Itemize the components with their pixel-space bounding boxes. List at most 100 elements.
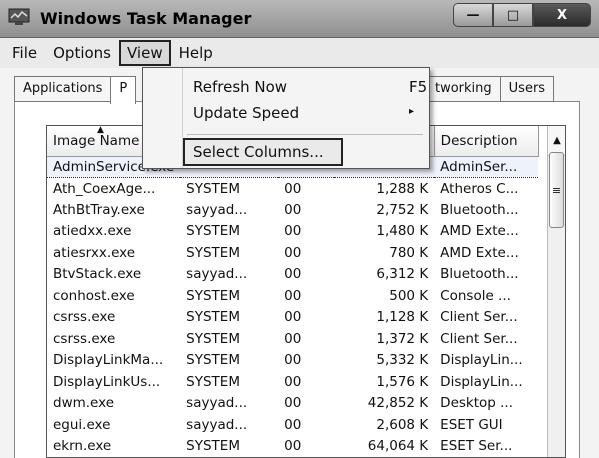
- minimize-button[interactable]: —: [453, 3, 493, 27]
- cell-cpu: 00: [284, 330, 302, 347]
- table-row[interactable]: DisplayLinkUs... SYSTEM 00 1,576 K DisplayLi…: [47, 371, 538, 393]
- cell-memory: 2,608 K: [376, 416, 429, 433]
- cell-description: AMD Exte...: [440, 244, 519, 261]
- maximize-button[interactable]: □: [493, 3, 533, 27]
- title-bar: Windows Task Manager — □ X: [0, 0, 599, 38]
- cell-cpu: 00: [284, 352, 302, 369]
- cell-image-name: Ath_CoexAge...: [53, 180, 156, 197]
- cell-user: SYSTEM: [186, 373, 240, 390]
- menu-file[interactable]: File: [4, 40, 45, 66]
- menu-item-refresh-now[interactable]: Refresh Now F5: [143, 74, 429, 100]
- menu-options[interactable]: Options: [45, 40, 119, 66]
- cell-memory: 1,128 K: [376, 309, 429, 326]
- cell-description: Client Ser...: [440, 309, 518, 326]
- cell-description: Bluetooth...: [440, 266, 519, 283]
- column-header-description[interactable]: Description: [434, 126, 539, 157]
- menu-view[interactable]: View: [119, 40, 171, 66]
- cell-user: SYSTEM: [186, 330, 240, 347]
- cell-image-name: atiesrxx.exe: [53, 244, 136, 261]
- tab-users[interactable]: Users: [499, 76, 555, 102]
- table-row[interactable]: atiesrxx.exe SYSTEM 00 780 K AMD Exte...: [47, 242, 538, 264]
- scroll-thumb[interactable]: ≡: [549, 152, 564, 228]
- cell-cpu: 00: [284, 266, 302, 283]
- cell-image-name: AthBtTray.exe: [53, 201, 145, 218]
- vertical-scrollbar[interactable]: ▲ ≡: [547, 126, 565, 457]
- table-row[interactable]: Ath_CoexAge... SYSTEM 00 1,288 K Atheros C..…: [47, 178, 538, 200]
- cell-image-name: csrss.exe: [53, 309, 116, 326]
- cell-memory: 1,576 K: [376, 373, 429, 390]
- cell-memory: 5,332 K: [376, 352, 429, 369]
- cell-user: SYSTEM: [186, 244, 240, 261]
- tab-networking[interactable]: tworking: [426, 76, 501, 102]
- tab-strip-right: tworking Users: [426, 76, 555, 102]
- cell-user: sayyad...: [186, 416, 248, 433]
- table-row[interactable]: BtvStack.exe sayyad... 00 6,312 K Bluetooth.…: [47, 264, 538, 286]
- cell-memory: 1,288 K: [376, 180, 429, 197]
- cell-description: Atheros C...: [440, 180, 519, 197]
- cell-memory: 1,372 K: [376, 330, 429, 347]
- submenu-arrow-icon: ▸: [409, 106, 415, 117]
- cell-image-name: atiedxx.exe: [53, 223, 132, 240]
- table-row[interactable]: ekrn.exe SYSTEM 00 64,064 K ESET Ser...: [47, 436, 538, 458]
- menu-bar: File Options View Help: [0, 38, 599, 68]
- close-button[interactable]: X: [533, 3, 591, 27]
- view-menu-dropdown: Refresh Now F5 Update Speed ▸ Select Col…: [142, 67, 430, 169]
- process-table: ▲ Image Name Description AdminService.ex…: [46, 125, 566, 458]
- task-manager-icon: [8, 8, 30, 25]
- cell-cpu: 00: [284, 223, 302, 240]
- table-row[interactable]: AthBtTray.exe sayyad... 00 2,752 K Bluetooth…: [47, 199, 538, 221]
- cell-user: SYSTEM: [186, 309, 240, 326]
- cell-image-name: ekrn.exe: [53, 438, 112, 455]
- sort-ascending-icon: ▲: [97, 125, 104, 135]
- cell-description: DisplayLin...: [440, 373, 523, 390]
- menu-item-select-columns[interactable]: Select Columns...: [183, 138, 343, 166]
- menu-item-update-speed[interactable]: Update Speed ▸: [143, 100, 429, 126]
- cell-cpu: 00: [284, 244, 302, 261]
- cell-image-name: csrss.exe: [53, 330, 116, 347]
- table-row[interactable]: dwm.exe sayyad... 00 42,852 K Desktop ...: [47, 393, 538, 415]
- cell-image-name: DisplayLinkMa...: [53, 352, 164, 369]
- cell-user: SYSTEM: [186, 223, 240, 240]
- cell-memory: 6,312 K: [376, 266, 429, 283]
- table-row[interactable]: csrss.exe SYSTEM 00 1,128 K Client Ser...: [47, 307, 538, 329]
- cell-cpu: 00: [284, 438, 302, 455]
- cell-cpu: 00: [284, 373, 302, 390]
- cell-description: ESET GUI: [440, 416, 503, 433]
- cell-user: SYSTEM: [186, 180, 240, 197]
- window-title: Windows Task Manager: [40, 9, 252, 28]
- cell-cpu: 00: [284, 180, 302, 197]
- cell-description: ESET Ser...: [440, 438, 513, 455]
- cell-user: sayyad...: [186, 201, 248, 218]
- cell-user: sayyad...: [186, 395, 248, 412]
- cell-user: sayyad...: [186, 266, 248, 283]
- cell-cpu: 00: [284, 416, 302, 433]
- cell-cpu: 00: [284, 395, 302, 412]
- cell-user: SYSTEM: [186, 352, 240, 369]
- cell-description: AMD Exte...: [440, 223, 519, 240]
- cell-memory: 42,852 K: [367, 395, 429, 412]
- menu-separator: [187, 134, 423, 135]
- tab-applications[interactable]: Applications: [14, 76, 112, 102]
- table-row[interactable]: csrss.exe SYSTEM 00 1,372 K Client Ser...: [47, 328, 538, 350]
- cell-description: Console ...: [440, 287, 511, 304]
- cell-image-name: egui.exe: [53, 416, 111, 433]
- cell-image-name: DisplayLinkUs...: [53, 373, 161, 390]
- cell-description: DisplayLin...: [440, 352, 523, 369]
- cell-image-name: BtvStack.exe: [53, 266, 142, 283]
- cell-memory: 64,064 K: [367, 438, 429, 455]
- table-row[interactable]: atiedxx.exe SYSTEM 00 1,480 K AMD Exte...: [47, 221, 538, 243]
- cell-user: SYSTEM: [186, 438, 240, 455]
- tab-processes[interactable]: P: [110, 76, 137, 104]
- cell-image-name: conhost.exe: [53, 287, 135, 304]
- cell-description: Bluetooth...: [440, 201, 519, 218]
- table-row[interactable]: DisplayLinkMa... SYSTEM 00 5,332 K DisplayLi…: [47, 350, 538, 372]
- cell-cpu: 00: [284, 309, 302, 326]
- cell-image-name: dwm.exe: [53, 395, 115, 412]
- table-row[interactable]: egui.exe sayyad... 00 2,608 K ESET GUI: [47, 414, 538, 436]
- tab-strip-left: Applications P: [14, 76, 137, 104]
- menu-help[interactable]: Help: [171, 40, 221, 66]
- cell-cpu: 00: [284, 287, 302, 304]
- table-row[interactable]: conhost.exe SYSTEM 00 500 K Console ...: [47, 285, 538, 307]
- cell-memory: 2,752 K: [376, 201, 429, 218]
- cell-description: AdminSer...: [434, 155, 539, 178]
